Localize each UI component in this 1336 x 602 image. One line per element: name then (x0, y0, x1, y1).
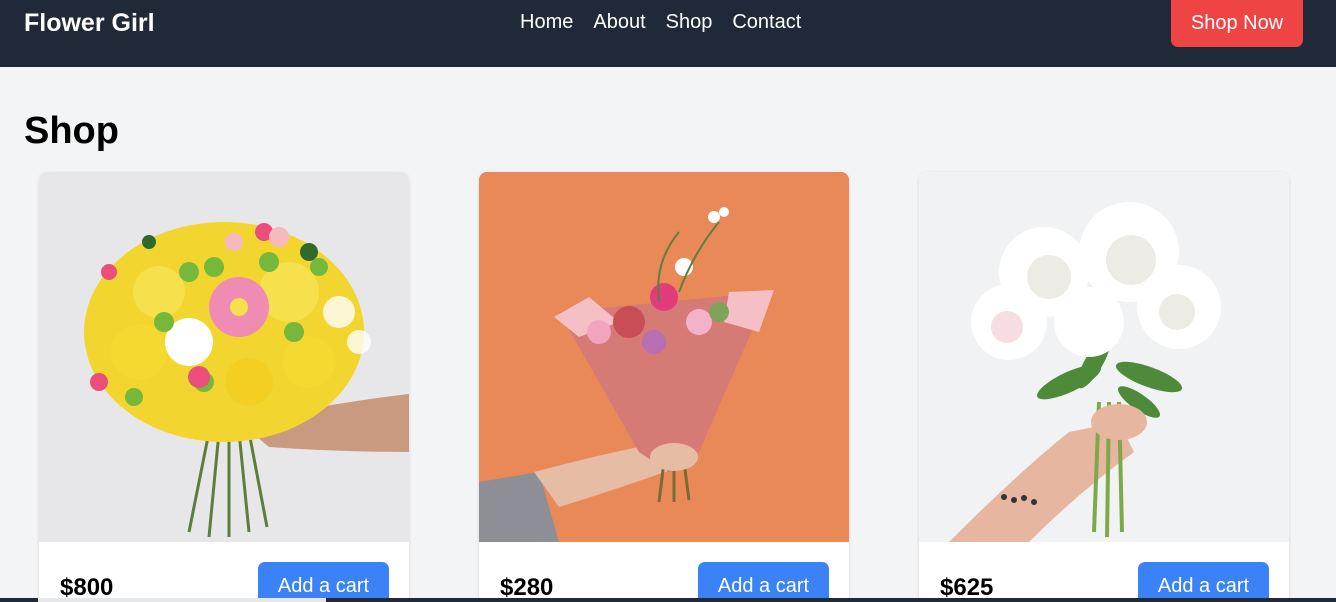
page-title: Shop (24, 110, 119, 152)
nav-link-shop[interactable]: Shop (666, 11, 713, 34)
add-to-cart-button[interactable]: Add a cart (258, 562, 389, 602)
scrollbar-thumb[interactable] (38, 598, 326, 602)
add-to-cart-button[interactable]: Add a cart (698, 562, 829, 602)
add-to-cart-button[interactable]: Add a cart (1138, 562, 1269, 602)
brand-logo[interactable]: Flower Girl (24, 9, 155, 38)
shop-now-button[interactable]: Shop Now (1171, 0, 1303, 47)
product-card: $625 Add a cart (919, 172, 1289, 602)
product-card: $800 Add a cart (39, 172, 409, 602)
nav-link-about[interactable]: About (593, 11, 645, 34)
product-card: $280 Add a cart (479, 172, 849, 602)
horizontal-scrollbar[interactable] (0, 598, 1336, 602)
yellow-pink-bouquet-image[interactable] (39, 172, 409, 542)
nav-links: Home About Shop Contact (520, 11, 801, 34)
white-peony-bouquet-image[interactable] (919, 172, 1289, 542)
pink-wrapped-bouquet-orange-wall-image[interactable] (479, 172, 849, 542)
nav-link-contact[interactable]: Contact (732, 11, 801, 34)
nav-link-home[interactable]: Home (520, 11, 573, 34)
navbar: Flower Girl Home About Shop Contact Shop… (0, 0, 1336, 67)
